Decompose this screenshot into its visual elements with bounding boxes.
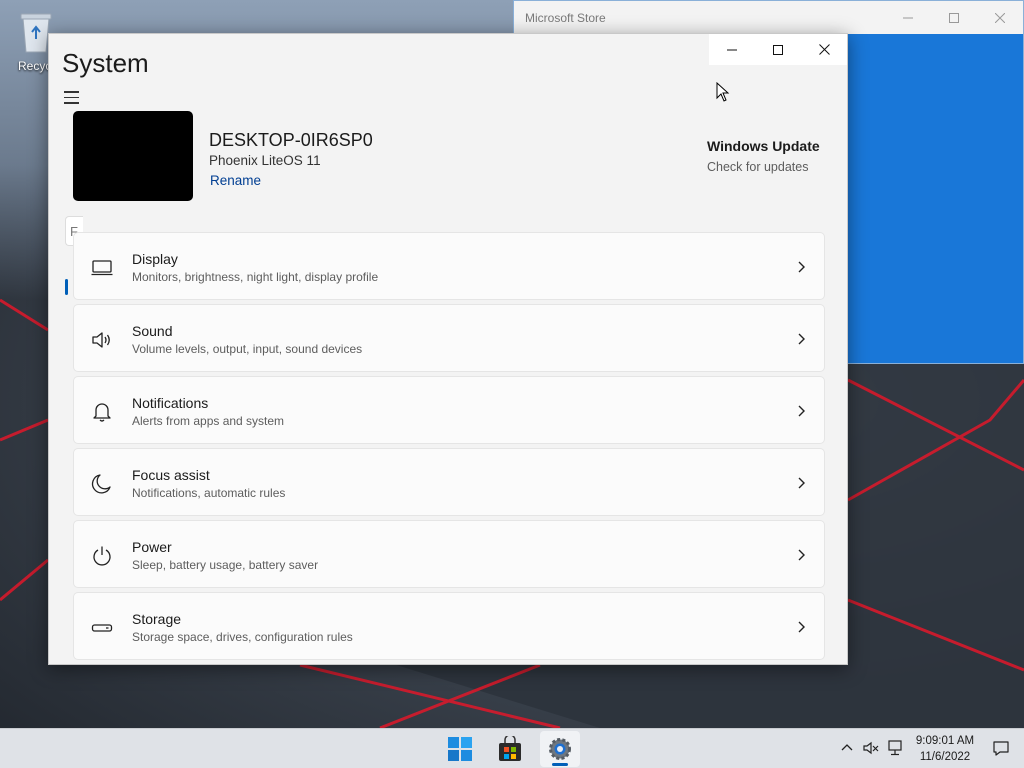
chevron-right-icon	[798, 405, 805, 417]
settings-item-subtitle: Alerts from apps and system	[132, 414, 285, 428]
start-icon	[448, 737, 472, 761]
settings-item-notifications[interactable]: Notifications Alerts from apps and syste…	[73, 376, 825, 444]
device-name: DESKTOP-0IR6SP0	[209, 130, 373, 150]
taskbar-settings-button[interactable]	[540, 731, 580, 767]
settings-item-power[interactable]: Power Sleep, battery usage, battery save…	[73, 520, 825, 588]
chevron-right-icon	[798, 333, 805, 345]
clock-date: 11/6/2022	[919, 751, 971, 763]
speaker-muted-icon[interactable]	[862, 739, 880, 757]
notification-center-icon[interactable]	[992, 739, 1010, 757]
settings-item-title: Power	[132, 539, 172, 555]
network-icon[interactable]	[886, 739, 904, 757]
store-maximize-button[interactable]	[931, 1, 977, 34]
hamburger-line	[64, 91, 79, 93]
settings-item-title: Storage	[132, 611, 182, 627]
chevron-right-icon	[798, 261, 805, 273]
settings-item-subtitle: Monitors, brightness, night light, displ…	[132, 270, 379, 284]
taskbar-store-button[interactable]	[490, 731, 530, 767]
settings-item-title: Display	[132, 251, 178, 267]
taskbar: 9:09:01 AM 11/6/2022	[0, 728, 1024, 768]
settings-item-title: Notifications	[132, 395, 209, 411]
device-os: Phoenix LiteOS 11	[209, 153, 321, 168]
settings-close-button[interactable]	[801, 34, 847, 65]
settings-item-title: Sound	[132, 323, 173, 339]
navigation-menu-button[interactable]	[64, 91, 82, 105]
store-icon	[499, 736, 521, 761]
store-minimize-button[interactable]	[885, 1, 931, 34]
close-icon	[995, 12, 1005, 23]
settings-item-sound[interactable]: Sound Volume levels, output, input, soun…	[73, 304, 825, 372]
settings-window[interactable]: System F DESKTOP-0IR6SP0 Phoenix LiteOS …	[48, 33, 848, 665]
chevron-right-icon	[798, 477, 805, 489]
settings-item-display[interactable]: Display Monitors, brightness, night ligh…	[73, 232, 825, 300]
chevron-right-icon	[798, 549, 805, 561]
settings-maximize-button[interactable]	[755, 34, 801, 65]
chevron-right-icon	[798, 621, 805, 633]
close-icon	[818, 44, 830, 55]
hamburger-line	[64, 96, 79, 98]
windows-update-subtitle: Check for updates	[707, 160, 809, 174]
bell-icon	[93, 403, 111, 422]
nav-selection-indicator	[65, 279, 68, 295]
maximize-icon	[949, 12, 959, 23]
store-window-title: Microsoft Store	[525, 10, 606, 25]
settings-item-subtitle: Volume levels, output, input, sound devi…	[132, 342, 363, 356]
settings-item-focus-assist[interactable]: Focus assist Notifications, automatic ru…	[73, 448, 825, 516]
clock-time: 9:09:01 AM	[915, 735, 975, 747]
settings-item-subtitle: Sleep, battery usage, battery saver	[132, 558, 319, 572]
settings-item-storage[interactable]: Storage Storage space, drives, configura…	[73, 592, 825, 660]
settings-minimize-button[interactable]	[709, 34, 755, 65]
rename-link[interactable]: Rename	[210, 173, 261, 188]
active-app-indicator	[552, 763, 568, 766]
settings-gear-icon	[549, 738, 571, 760]
speaker-icon	[92, 332, 110, 348]
start-button[interactable]	[440, 731, 480, 767]
windows-update-link[interactable]: Windows Update	[707, 138, 820, 154]
device-thumbnail	[73, 111, 193, 201]
taskbar-clock[interactable]: 9:09:01 AM 11/6/2022	[905, 733, 985, 765]
settings-window-controls	[709, 34, 847, 65]
settings-item-subtitle: Storage space, drives, configuration rul…	[132, 630, 353, 644]
minimize-icon	[903, 17, 913, 18]
settings-list: Display Monitors, brightness, night ligh…	[73, 232, 825, 664]
maximize-icon	[773, 44, 783, 55]
minimize-icon	[727, 49, 737, 50]
settings-item-subtitle: Notifications, automatic rules	[132, 486, 286, 500]
store-titlebar[interactable]: Microsoft Store	[514, 1, 1023, 34]
settings-item-title: Focus assist	[132, 467, 210, 483]
moon-icon	[91, 474, 111, 494]
page-title: System	[62, 48, 149, 78]
store-close-button[interactable]	[977, 1, 1023, 34]
mouse-cursor-icon	[716, 82, 730, 102]
power-icon	[93, 546, 111, 566]
chevron-up-icon[interactable]	[838, 739, 856, 757]
hamburger-line	[64, 102, 79, 104]
drive-icon	[91, 624, 113, 632]
display-icon	[91, 260, 113, 276]
